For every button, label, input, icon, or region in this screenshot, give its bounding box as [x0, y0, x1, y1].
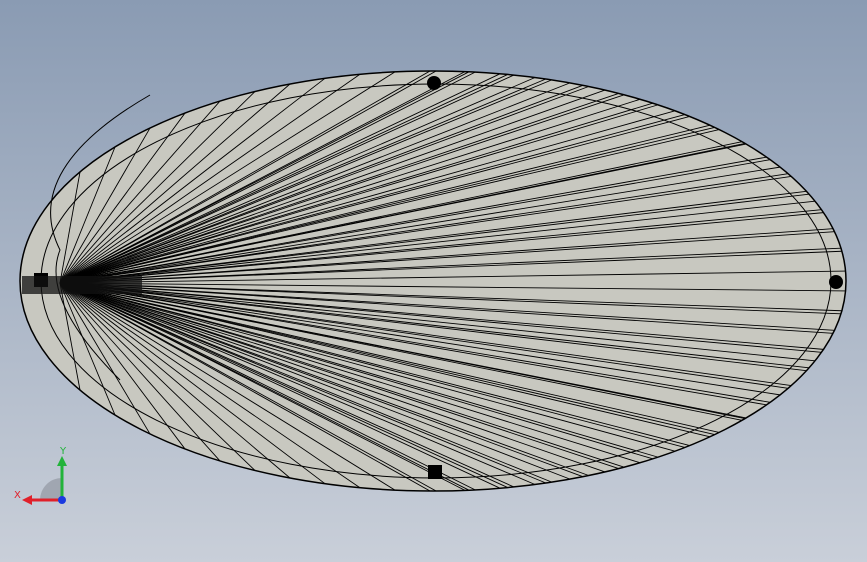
triad-plane-indicator	[40, 478, 62, 500]
elliptical-face[interactable]	[19, 70, 847, 492]
top-point-marker[interactable]	[427, 76, 441, 90]
right-point-marker[interactable]	[829, 275, 843, 289]
graphics-viewport[interactable]: Y X	[0, 0, 867, 562]
x-axis-label: X	[14, 490, 21, 501]
hub-dense-lines	[22, 276, 142, 294]
z-axis-dot	[58, 496, 66, 504]
model-canvas[interactable]	[0, 0, 867, 562]
orientation-triad: Y X	[14, 446, 67, 505]
y-axis-label: Y	[59, 446, 67, 457]
bottom-point-marker[interactable]	[428, 465, 442, 479]
y-axis-head	[57, 456, 67, 466]
x-axis-head	[22, 495, 32, 505]
